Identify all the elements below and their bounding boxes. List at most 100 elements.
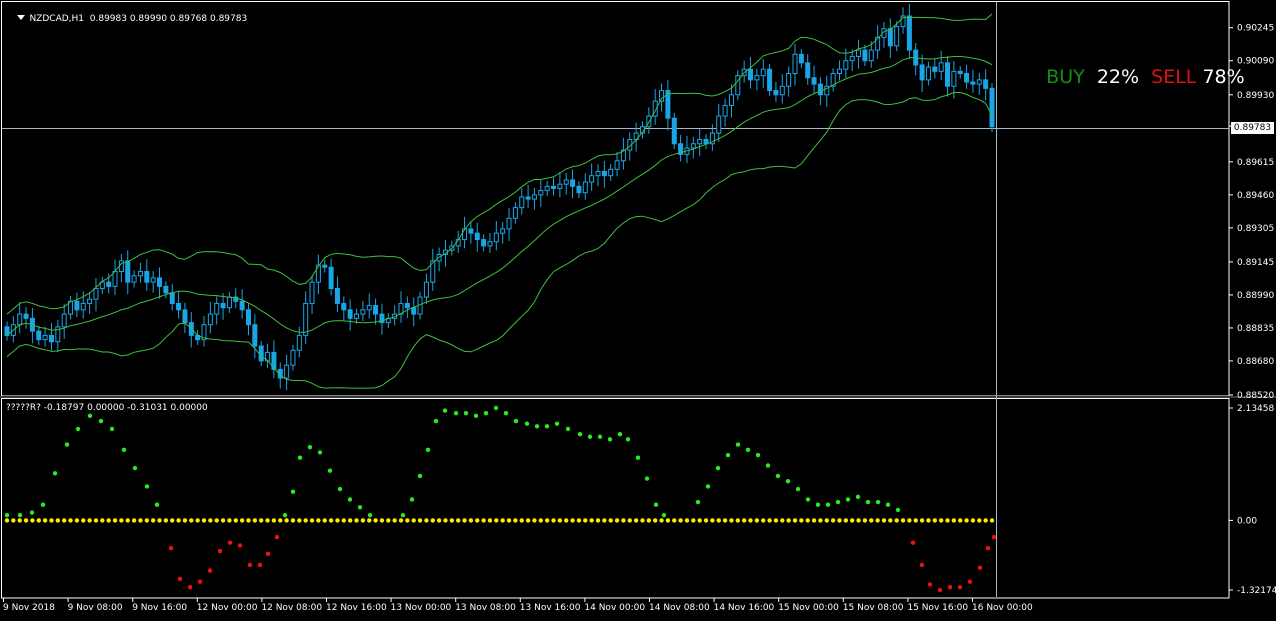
positive-signal-dot xyxy=(503,411,509,416)
candle-body-bear xyxy=(411,307,417,315)
positive-signal-dot xyxy=(534,424,540,429)
candle-body-bull xyxy=(589,175,595,183)
middle-band-line xyxy=(6,56,993,336)
zero-dot xyxy=(799,518,804,523)
candle-body-bear xyxy=(74,300,80,311)
negative-signal-dot xyxy=(237,543,243,548)
zero-dot xyxy=(30,518,35,523)
candle-body-bull xyxy=(309,281,315,304)
candle-body-bear xyxy=(334,288,340,304)
positive-signal-dot xyxy=(805,497,811,502)
time-tick-label: 13 Nov 16:00 xyxy=(520,603,581,613)
candle-body-bull xyxy=(976,79,982,85)
positive-signal-dot xyxy=(357,505,363,510)
positive-signal-dot xyxy=(64,442,70,447)
positive-signal-dot xyxy=(4,512,10,518)
candle-body-bear xyxy=(906,15,912,51)
positive-signal-dot xyxy=(409,497,415,502)
zero-dot xyxy=(443,518,448,523)
zero-dot xyxy=(11,518,16,523)
zero-dot xyxy=(767,518,772,523)
candle-body-bull xyxy=(284,364,290,379)
zero-dot xyxy=(297,518,302,523)
zero-dot xyxy=(989,518,995,523)
candle-body-bear xyxy=(805,62,811,79)
positive-signal-dot xyxy=(597,434,603,439)
zero-dot xyxy=(614,518,620,523)
candle-body-bull xyxy=(544,185,550,192)
candle-body-bear xyxy=(989,87,995,128)
zero-dot xyxy=(258,518,264,523)
zero-dot xyxy=(176,518,181,523)
candle-body-bull xyxy=(137,271,143,277)
candle-body-bear xyxy=(570,179,576,187)
zero-dot xyxy=(398,518,404,523)
zero-dot xyxy=(61,518,67,523)
dropdown-triangle-icon[interactable] xyxy=(17,15,26,20)
positive-signal-dot xyxy=(442,408,448,413)
zero-dot xyxy=(672,518,677,523)
candle-body-bear xyxy=(239,300,245,311)
candle-body-bull xyxy=(614,160,620,170)
time-tick-label: 15 Nov 00:00 xyxy=(778,603,839,613)
zero-dot xyxy=(316,518,321,523)
candle-body-bull xyxy=(659,90,665,102)
candle-body-bear xyxy=(258,345,264,362)
zero-dot xyxy=(748,518,753,523)
positive-signal-dot xyxy=(765,463,771,468)
candle-body-bull xyxy=(792,53,798,74)
candle-body-bear xyxy=(322,264,328,268)
candle-body-bull xyxy=(925,66,931,81)
zero-dot xyxy=(506,518,512,523)
zero-dot xyxy=(430,518,435,523)
zero-dot xyxy=(411,518,416,523)
time-tick-label: 16 Nov 00:00 xyxy=(972,603,1033,613)
negative-signal-dot xyxy=(265,551,271,557)
zero-dot xyxy=(824,518,829,523)
negative-signal-dot xyxy=(910,540,916,545)
zero-dot xyxy=(214,518,219,523)
time-tick-label: 14 Nov 00:00 xyxy=(584,603,645,613)
candle-body-bull xyxy=(207,313,213,326)
candle-body-bear xyxy=(957,70,963,74)
price-tick-label: 0.89145 xyxy=(1237,258,1274,268)
chart-header: NZDCAD,H1 0.89983 0.89990 0.89768 0.8978… xyxy=(6,4,247,34)
positive-signal-dot xyxy=(417,473,423,479)
zero-dot xyxy=(570,518,575,523)
negative-signal-dot xyxy=(957,585,963,590)
zero-dot xyxy=(951,518,957,523)
zero-dot xyxy=(170,518,175,523)
zero-dot xyxy=(576,518,582,523)
positive-signal-dot xyxy=(144,484,150,489)
zero-dot xyxy=(436,518,442,523)
candle-body-bull xyxy=(697,138,703,145)
candle-body-bull xyxy=(80,302,86,311)
candle-body-bull xyxy=(42,334,48,341)
positive-signal-dot xyxy=(367,512,373,518)
buy-percent: 22% xyxy=(1096,66,1140,88)
zero-dot xyxy=(227,518,232,523)
chart-window[interactable]: 0.90245 0.90090 0.89930 0.89615 0.89460 0.893… xyxy=(0,0,1276,617)
zero-dot xyxy=(532,518,537,523)
zero-dot xyxy=(119,518,124,523)
zero-dot xyxy=(246,518,251,523)
candle-body-bear xyxy=(125,260,131,283)
zero-dot xyxy=(36,518,41,523)
time-tick-label: 9 Nov 16:00 xyxy=(132,603,187,613)
zero-dot xyxy=(373,518,378,523)
candle-body-bull xyxy=(303,302,309,336)
zero-dot xyxy=(87,518,92,523)
negative-signal-dot xyxy=(977,565,983,570)
zero-dot xyxy=(144,518,150,523)
positive-signal-dot xyxy=(815,502,821,507)
candle-body-bull xyxy=(716,115,722,134)
candle-body-bear xyxy=(373,305,379,315)
zero-dot xyxy=(379,518,385,523)
positive-signal-dot xyxy=(695,499,701,505)
candle-body-bear xyxy=(163,285,169,294)
zero-dot xyxy=(627,518,632,523)
positive-signal-dot xyxy=(785,478,791,484)
zero-dot xyxy=(125,518,130,523)
zero-dot xyxy=(239,518,245,523)
candle-body-bear xyxy=(970,81,976,85)
